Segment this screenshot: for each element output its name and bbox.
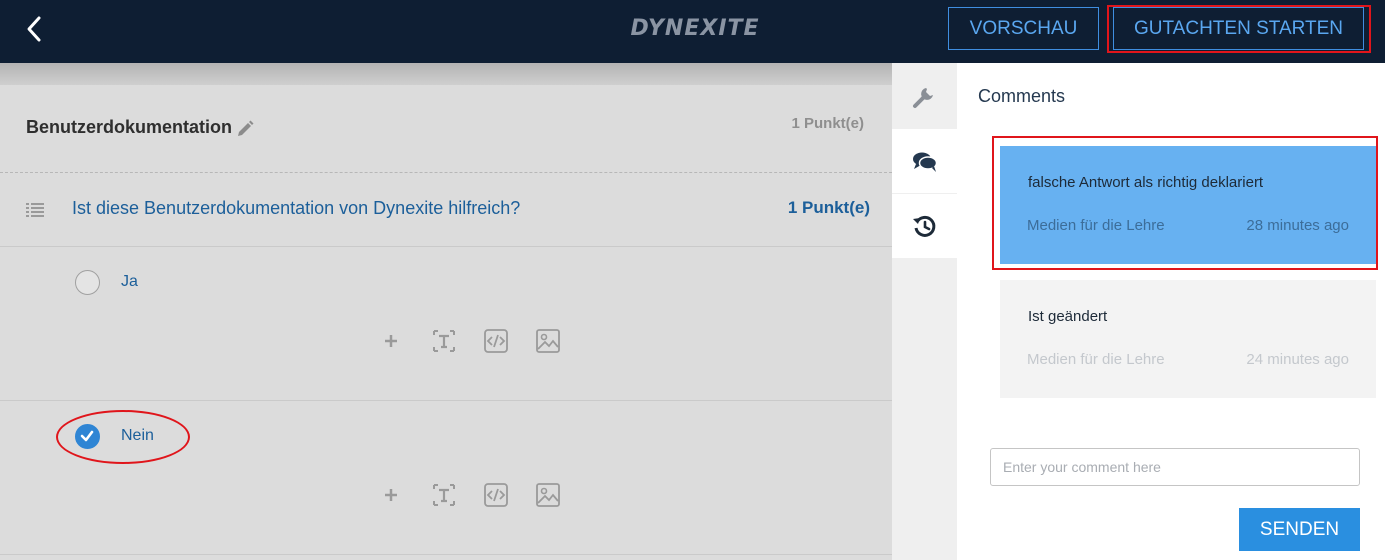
- image-icon[interactable]: [535, 482, 561, 508]
- answer-label[interactable]: Nein: [121, 427, 154, 445]
- plus-icon[interactable]: [378, 482, 404, 508]
- checkmark-icon: [80, 430, 94, 442]
- answer-radio-nein[interactable]: [75, 424, 100, 449]
- comment-card[interactable]: Ist geändert Medien für die Lehre 24 min…: [1000, 280, 1376, 398]
- comment-time: 28 minutes ago: [1246, 217, 1349, 234]
- start-review-button[interactable]: GUTACHTEN STARTEN: [1113, 7, 1364, 50]
- tab-history[interactable]: [892, 194, 957, 258]
- top-header: DYNEXITE VORSCHAU GUTACHTEN STARTEN: [0, 0, 1385, 63]
- comments-icon: [913, 152, 938, 172]
- pencil-icon[interactable]: [236, 120, 254, 138]
- comment-text: Ist geändert: [1028, 308, 1108, 325]
- comment-card[interactable]: falsche Antwort als richtig deklariert M…: [1000, 146, 1376, 264]
- preview-button[interactable]: VORSCHAU: [948, 7, 1099, 50]
- tab-comments[interactable]: [892, 129, 957, 193]
- comment-input[interactable]: [990, 448, 1360, 486]
- answer-option: Ja: [0, 248, 892, 401]
- question-editor-pane: Benutzerdokumentation 1 Punkt(e) Ist die…: [0, 63, 892, 560]
- list-icon: [26, 202, 44, 218]
- answer-label[interactable]: Ja: [121, 273, 138, 291]
- task-points: 1 Punkt(e): [791, 115, 864, 132]
- code-icon[interactable]: [483, 328, 509, 354]
- comment-author: Medien für die Lehre: [1027, 351, 1165, 368]
- side-tab-strip: [892, 63, 957, 560]
- text-icon[interactable]: [431, 482, 457, 508]
- comment-author: Medien für die Lehre: [1027, 217, 1165, 234]
- text-icon[interactable]: [431, 328, 457, 354]
- back-button[interactable]: [22, 14, 48, 44]
- task-title: Benutzerdokumentation: [26, 117, 233, 137]
- plus-icon[interactable]: [378, 328, 404, 354]
- question-points: 1 Punkt(e): [787, 198, 870, 217]
- comments-title: Comments: [978, 86, 1066, 106]
- comment-time: 24 minutes ago: [1246, 351, 1349, 368]
- answer-radio-ja[interactable]: [75, 270, 100, 295]
- chevron-left-icon: [27, 16, 41, 42]
- tab-settings[interactable]: [892, 63, 957, 127]
- pane-shadow-bar: [0, 63, 892, 85]
- question-text[interactable]: Ist diese Benutzerdokumentation von Dyne…: [72, 198, 520, 219]
- code-icon[interactable]: [483, 482, 509, 508]
- answer-option: Nein: [0, 402, 892, 555]
- question-row: Ist diese Benutzerdokumentation von Dyne…: [0, 174, 892, 247]
- task-header: Benutzerdokumentation 1 Punkt(e): [0, 85, 892, 173]
- dynexite-logo: DYNEXITE: [630, 16, 760, 41]
- comments-panel: Comments falsche Antwort als richtig dek…: [957, 63, 1385, 560]
- image-icon[interactable]: [535, 328, 561, 354]
- send-button[interactable]: SENDEN: [1239, 508, 1360, 551]
- wrench-icon: [913, 88, 933, 108]
- comment-text: falsche Antwort als richtig deklariert: [1028, 174, 1264, 191]
- history-icon: [913, 215, 936, 237]
